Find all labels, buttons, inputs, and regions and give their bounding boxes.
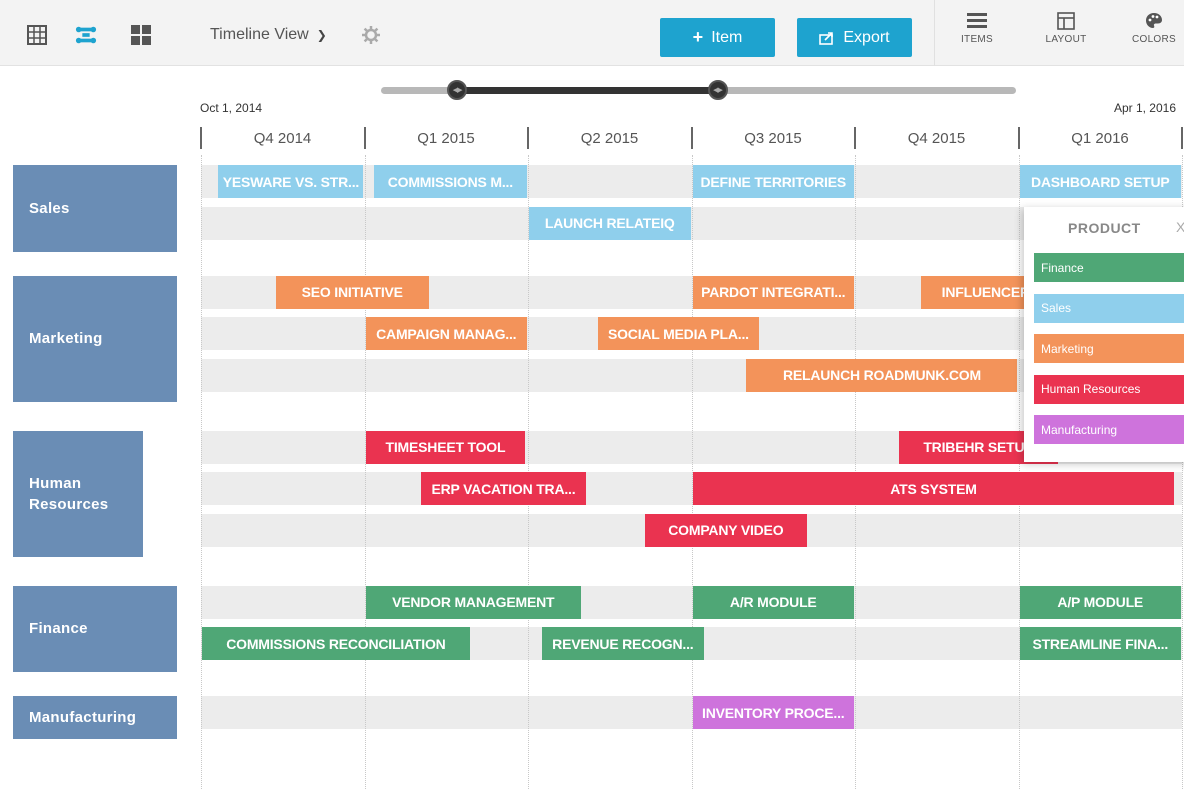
legend-item[interactable]: Manufacturing: [1034, 415, 1184, 444]
quarter-label: Q3 2015: [744, 130, 802, 147]
add-item-label: Item: [711, 28, 743, 46]
group-label-hr[interactable]: Human Resources: [13, 430, 143, 557]
table-view-icon[interactable]: [26, 24, 48, 46]
export-label: Export: [843, 28, 890, 46]
legend-item[interactable]: Sales: [1034, 293, 1184, 323]
quarter-divider: [1017, 127, 1020, 149]
add-item-button[interactable]: + Item: [660, 18, 775, 57]
roadmap-app: Timeline View ❯ + Item Export ITEMS LAYO…: [0, 0, 1184, 789]
view-name: Timeline View: [210, 26, 309, 43]
quarter-divider: [690, 127, 693, 149]
timeline-item-bar[interactable]: REVENUE RECOGN...: [542, 627, 704, 660]
palette-icon: [1146, 13, 1162, 28]
plus-icon: +: [692, 27, 704, 47]
color-legend-panel: PRODUCT X Finance Sales Marketing Human Res…: [1024, 207, 1184, 462]
items-tool-button[interactable]: ITEMS: [947, 12, 1007, 60]
legend-item[interactable]: Finance: [1034, 253, 1184, 282]
timeline-view-icon[interactable]: [75, 24, 97, 46]
timeline-item-bar[interactable]: VENDOR MANAGEMENT: [365, 585, 581, 619]
timeline-slider-range: [457, 87, 718, 94]
timeline-item-bar[interactable]: COMMISSIONS M...: [373, 165, 527, 198]
group-label-sales[interactable]: Sales: [13, 165, 177, 252]
items-tool-label: ITEMS: [960, 34, 994, 45]
timeline-item-bar[interactable]: COMPANY VIDEO: [645, 513, 807, 547]
export-icon: [819, 31, 834, 45]
quarter-label: Q4 2015: [907, 130, 966, 147]
timeline-item-bar[interactable]: A/P MODULE: [1019, 585, 1181, 619]
colors-tool-button[interactable]: COLORS: [1124, 12, 1184, 60]
timeline-item-bar[interactable]: LAUNCH RELATEIQ: [529, 206, 691, 240]
legend-item[interactable]: Human Resources: [1034, 374, 1184, 404]
timeline-item-bar[interactable]: STREAMLINE FINA...: [1019, 627, 1181, 660]
timeline-item-bar[interactable]: INVENTORY PROCE...: [692, 696, 854, 729]
timeline-slider-end-handle[interactable]: ◀▶: [707, 80, 728, 100]
quarter-divider: [854, 127, 856, 149]
timeline-item-bar[interactable]: DASHBOARD SETUP: [1019, 165, 1181, 198]
legend-item[interactable]: Marketing: [1034, 334, 1184, 363]
quarter-divider: [1181, 127, 1183, 149]
quarter-gridline: [364, 155, 366, 789]
quarter-gridline: [201, 155, 202, 789]
toolbar: Timeline View ❯ + Item Export ITEMS LAYO…: [0, 0, 1184, 66]
timeline-item-bar[interactable]: RELAUNCH ROADMUNK.COM: [746, 358, 1018, 392]
group-label-finance[interactable]: Finance: [13, 585, 177, 672]
view-selector[interactable]: Timeline View ❯: [210, 26, 327, 44]
gear-icon[interactable]: [360, 24, 382, 46]
quarter-divider: [363, 127, 366, 149]
quarter-label: Q1 2016: [1071, 130, 1129, 147]
timeline-slider-start-handle[interactable]: ◀▶: [447, 80, 468, 100]
timeline-item-bar[interactable]: SEO INITIATIVE: [275, 275, 429, 309]
layout-tool-button[interactable]: LAYOUT: [1036, 12, 1096, 60]
timeline-item-bar[interactable]: CAMPAIGN MANAG...: [365, 317, 527, 350]
timeline-item-bar[interactable]: DEFINE TERRITORIES: [692, 165, 854, 198]
chevron-down-icon: ❯: [316, 28, 327, 42]
board-view-icon[interactable]: [130, 24, 152, 46]
quarter-divider: [527, 127, 529, 149]
quarter-divider: [200, 127, 202, 149]
legend-title: PRODUCT: [1068, 220, 1141, 236]
timeline-item-bar[interactable]: PARDOT INTEGRATI...: [692, 275, 854, 309]
colors-tool-label: COLORS: [1131, 34, 1177, 45]
layout-icon: [1057, 12, 1075, 30]
items-list-icon: [967, 13, 987, 28]
timeline-item-bar[interactable]: COMMISSIONS RECONCILIATION: [202, 627, 470, 660]
toolbar-divider: [934, 0, 935, 66]
timeline-start-date: Oct 1, 2014: [200, 101, 263, 115]
group-label-mfg[interactable]: Manufacturing: [13, 696, 177, 739]
timeline-item-bar[interactable]: SOCIAL MEDIA PLA...: [597, 317, 760, 350]
timeline-end-date: Apr 1, 2016: [1113, 101, 1176, 115]
timeline-item-bar[interactable]: YESWARE VS. STR...: [218, 165, 364, 198]
layout-tool-label: LAYOUT: [1045, 34, 1087, 45]
quarter-label: Q4 2014: [253, 130, 312, 147]
export-button[interactable]: Export: [797, 18, 912, 57]
timeline-item-bar[interactable]: A/R MODULE: [692, 585, 854, 619]
quarter-label: Q1 2015: [417, 130, 475, 147]
quarter-label: Q2 2015: [580, 130, 639, 147]
timeline-item-bar[interactable]: TIMESHEET TOOL: [365, 430, 526, 464]
timeline-item-bar[interactable]: ATS SYSTEM: [692, 472, 1175, 505]
group-label-marketing[interactable]: Marketing: [13, 275, 177, 402]
close-icon[interactable]: X: [1176, 219, 1184, 235]
timeline-item-bar[interactable]: ERP VACATION TRA...: [421, 472, 586, 505]
